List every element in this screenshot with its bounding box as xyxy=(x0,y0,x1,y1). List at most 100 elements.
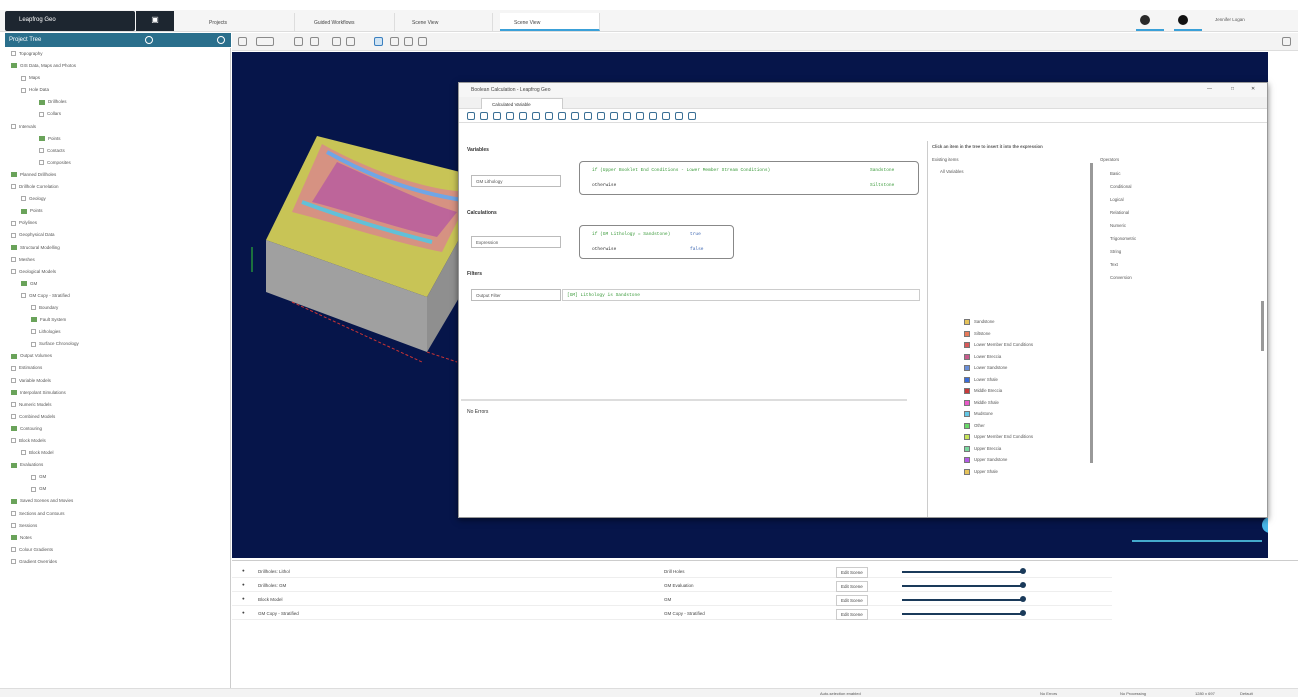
tree-expander-icon[interactable] xyxy=(11,63,17,69)
tree-item[interactable]: Drillholes xyxy=(5,96,230,108)
slider-knob[interactable] xyxy=(1020,610,1026,616)
edit-icon[interactable] xyxy=(390,37,399,46)
draw-icon[interactable] xyxy=(294,37,303,46)
lithology-item[interactable]: Upper Shale xyxy=(964,468,998,475)
tree-item[interactable]: Interpolant Simulations xyxy=(5,387,230,399)
scrollbar[interactable] xyxy=(1261,301,1264,351)
tree-expander-icon[interactable] xyxy=(21,450,26,456)
variables-expression-else[interactable]: otherwise xyxy=(592,183,616,188)
tree-item[interactable]: Sessions xyxy=(5,520,230,532)
tree-expander-icon[interactable] xyxy=(11,232,16,238)
tree-item[interactable]: Points xyxy=(5,133,230,145)
toolbar-icon[interactable] xyxy=(688,112,696,120)
tree-item[interactable]: Combined Models xyxy=(5,411,230,423)
lithology-item[interactable]: Siltstone xyxy=(964,330,990,337)
tree-expander-icon[interactable] xyxy=(31,474,36,480)
variables-expression-if[interactable]: if (Upper Booklet End Conditions - Lower… xyxy=(592,168,770,173)
lithology-item[interactable]: Upper Member End Conditions xyxy=(964,434,1033,440)
toolbar-icon[interactable] xyxy=(519,112,527,120)
tree-expander-icon[interactable] xyxy=(11,402,16,408)
toolbar-icon[interactable] xyxy=(597,112,605,120)
function-item[interactable]: Text xyxy=(1110,262,1118,267)
toolbar-icon[interactable] xyxy=(636,112,644,120)
tree-expander-icon[interactable] xyxy=(11,353,17,359)
tree-item[interactable]: Collars xyxy=(5,108,230,120)
tree-expander-icon[interactable] xyxy=(39,111,44,117)
brush-icon[interactable] xyxy=(418,37,427,46)
lithology-item[interactable]: Upper Sandstone xyxy=(964,457,1007,463)
function-item[interactable]: Logical xyxy=(1110,197,1124,202)
tree-item[interactable]: Boundary xyxy=(5,302,230,314)
tree-expander-icon[interactable] xyxy=(21,208,27,214)
tree-expander-icon[interactable] xyxy=(11,365,16,371)
function-item[interactable]: Basic xyxy=(1110,171,1121,176)
calculations-expression-else-result[interactable]: false xyxy=(690,247,704,252)
opacity-slider[interactable] xyxy=(902,613,1022,615)
calculations-dropdown[interactable]: Expression xyxy=(471,236,561,248)
slider-knob[interactable] xyxy=(1020,568,1026,574)
calculations-expression-if-result[interactable]: true xyxy=(690,232,701,237)
tree-item[interactable]: Geological Models xyxy=(5,266,230,278)
edit-scene-button[interactable]: Edit Scene xyxy=(836,581,868,592)
lithology-item[interactable]: Upper Breccia xyxy=(964,445,1001,452)
tree-item[interactable]: Maps xyxy=(5,72,230,84)
info-icon[interactable] xyxy=(1178,15,1188,25)
visibility-icon[interactable]: ● xyxy=(242,610,245,615)
slider-knob[interactable] xyxy=(1020,582,1026,588)
visibility-icon[interactable]: ● xyxy=(242,568,245,573)
tree-item[interactable]: Hole Data xyxy=(5,84,230,96)
tree-item[interactable]: Points xyxy=(5,205,230,217)
toolbar-icon[interactable] xyxy=(662,112,670,120)
tree-item[interactable]: Composites xyxy=(5,157,230,169)
toolbar-icon[interactable] xyxy=(558,112,566,120)
scene-layer[interactable]: GM Evaluation xyxy=(664,583,694,588)
tree-item[interactable]: GM xyxy=(5,471,230,483)
tree-item[interactable]: Planned Drillholes xyxy=(5,169,230,181)
tree-item[interactable]: Drillhole Correlation xyxy=(5,181,230,193)
zoom-dropdown[interactable] xyxy=(256,37,274,46)
tree-expander-icon[interactable] xyxy=(11,220,16,226)
opacity-slider[interactable] xyxy=(902,571,1022,573)
lithology-item[interactable]: Sandstone xyxy=(964,319,995,325)
tree-expander-icon[interactable] xyxy=(11,244,17,250)
tree-item[interactable]: Geology xyxy=(5,193,230,205)
tree-expander-icon[interactable] xyxy=(11,123,16,129)
calculations-expression-else[interactable]: otherwise xyxy=(592,247,616,252)
tree-expander-icon[interactable] xyxy=(11,462,17,468)
toolbar-icon[interactable] xyxy=(480,112,488,120)
tab-projects[interactable]: Projects xyxy=(195,13,295,31)
tree-expander-icon[interactable] xyxy=(11,438,16,444)
function-item[interactable]: Conversion xyxy=(1110,275,1132,280)
tree-expander-icon[interactable] xyxy=(11,172,17,178)
pencil-icon[interactable] xyxy=(310,37,319,46)
lithology-item[interactable]: Lower Breccia xyxy=(964,353,1001,360)
tree-expander-icon[interactable] xyxy=(11,256,16,262)
tree-item[interactable]: GM Copy - Stratified xyxy=(5,290,230,302)
filters-expression-field[interactable]: [GM] Lithology is Sandstone xyxy=(562,289,920,301)
toolbar-icon[interactable] xyxy=(584,112,592,120)
tab-scene-view[interactable]: Scene View xyxy=(398,13,493,31)
lithology-item[interactable]: Lower Sandstone xyxy=(964,365,1007,371)
opacity-slider[interactable] xyxy=(902,599,1022,601)
lithology-item[interactable]: Middle Shale xyxy=(964,399,999,406)
tree-expander-icon[interactable] xyxy=(21,196,26,202)
tree-item[interactable]: Sections and Contours xyxy=(5,508,230,520)
tree-item[interactable]: Block Models xyxy=(5,435,230,447)
lithology-item[interactable]: Middle Breccia xyxy=(964,388,1002,394)
tree-item[interactable]: Contouring xyxy=(5,423,230,435)
function-item[interactable]: String xyxy=(1110,249,1121,254)
minimize-icon[interactable]: — xyxy=(1207,86,1212,92)
tree-expander-icon[interactable] xyxy=(11,510,16,516)
tree-item[interactable]: Variable Models xyxy=(5,375,230,387)
variables-dropdown[interactable]: GM Lithology xyxy=(471,175,561,187)
toolbar-icon[interactable] xyxy=(623,112,631,120)
tree-item[interactable]: Estimations xyxy=(5,362,230,374)
user-name[interactable]: Jennifer Logan xyxy=(1215,17,1245,22)
tree-item[interactable]: GM xyxy=(5,278,230,290)
tree-item[interactable]: Notes xyxy=(5,532,230,544)
tree-item[interactable]: Saved Scenes and Movies xyxy=(5,495,230,507)
scene-row[interactable]: ● Drillholes: Lithol Drill Holes Edit Scene xyxy=(232,565,1112,578)
visibility-icon[interactable]: ● xyxy=(242,582,245,587)
tree-expander-icon[interactable] xyxy=(21,293,26,299)
tree-item[interactable]: Fault System xyxy=(5,314,230,326)
